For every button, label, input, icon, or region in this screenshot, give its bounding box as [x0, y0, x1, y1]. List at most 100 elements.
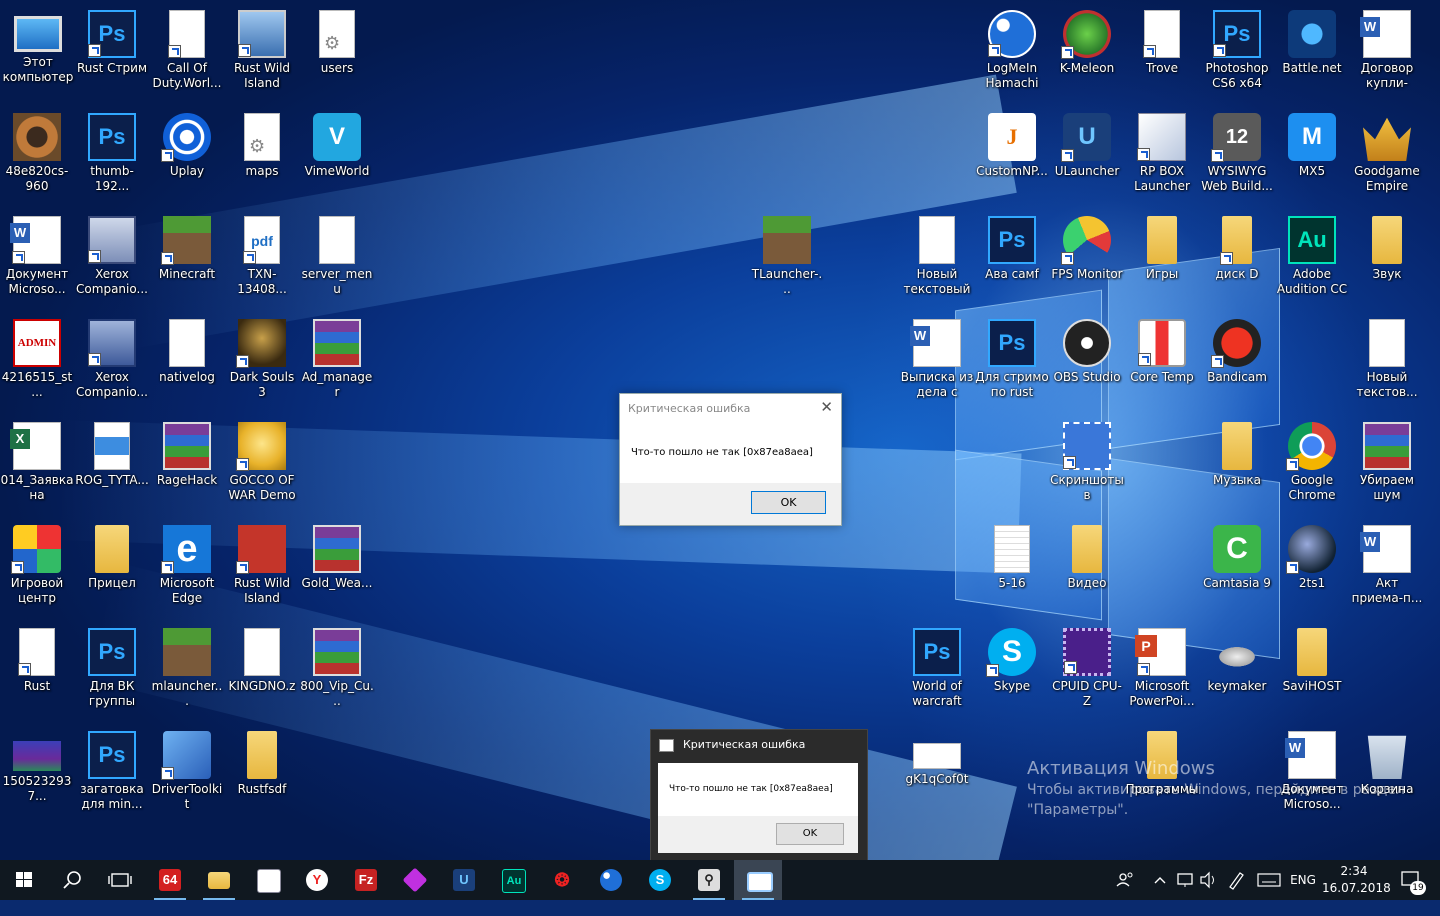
desktop-icon-nativelog[interactable]: nativelog	[149, 313, 225, 415]
desktop-icon-akt[interactable]: Акт приема-п...	[1349, 519, 1425, 621]
show-hidden-icons[interactable]	[1150, 860, 1170, 900]
desktop-icon-dark-souls[interactable]: Dark Souls 3	[224, 313, 300, 415]
desktop-icon-pricel[interactable]: Прицел	[74, 519, 150, 621]
touch-keyboard-button[interactable]	[1254, 860, 1284, 900]
desktop-icon-rust[interactable]: Rust	[0, 622, 75, 724]
taskbar-diamond-app[interactable]	[391, 860, 439, 900]
clock[interactable]: 2:34 16.07.2018	[1322, 860, 1391, 900]
taskbar-yandex[interactable]: Y	[293, 860, 341, 900]
desktop-icon-gocco[interactable]: GOCCO OF WAR Demo	[224, 416, 300, 518]
desktop-icon-minecraft[interactable]: Minecraft	[149, 210, 225, 312]
desktop[interactable]: Этот компьютер 48e820cs-960 Документ Mic…	[0, 0, 1440, 860]
desktop-icon-gold-wea[interactable]: Gold_Wea...	[299, 519, 375, 621]
desktop-icon-uplay[interactable]: Uplay	[149, 107, 225, 209]
desktop-icon-call-of-duty[interactable]: Call Of Duty.Worl...	[149, 4, 225, 106]
desktop-icon-goodgame[interactable]: Goodgame Empire	[1349, 107, 1425, 209]
desktop-icon-new-txt-2[interactable]: Новый текстов...	[1349, 313, 1425, 415]
people-button[interactable]	[1112, 860, 1138, 900]
desktop-icon-dlya-strima[interactable]: Ps Для стримо по rust	[974, 313, 1050, 415]
taskbar-error-window[interactable]	[734, 860, 782, 900]
desktop-icon-2ts1[interactable]: 2ts1	[1274, 519, 1350, 621]
desktop-icon-word-doc[interactable]: Документ Microso...	[0, 210, 75, 312]
volume-button[interactable]	[1198, 860, 1220, 900]
desktop-icon-music[interactable]: Музыка	[1199, 416, 1275, 518]
desktop-icon-rust-wild[interactable]: Rust Wild Island	[224, 519, 300, 621]
desktop-icon-powerpoint[interactable]: P Microsoft PowerPoi...	[1124, 622, 1200, 724]
desktop-icon-txn-pdf[interactable]: pdf TXN-13408...	[224, 210, 300, 312]
desktop-icon-dogovor[interactable]: Договор купли-про...	[1349, 4, 1425, 106]
start-button[interactable]	[0, 860, 48, 900]
desktop-icon-disk-d[interactable]: диск D	[1199, 210, 1275, 312]
desktop-icon-vk-group[interactable]: Ps Для ВК группы	[74, 622, 150, 724]
taskbar-hamachi[interactable]	[587, 860, 635, 900]
taskbar-gamecenter[interactable]: ❂	[538, 860, 586, 900]
desktop-icon-rog[interactable]: ROG_TYTA...	[74, 416, 150, 518]
desktop-icon-skype[interactable]: S Skype	[974, 622, 1050, 724]
desktop-icon-800-vip[interactable]: 800_Vip_Cu...	[299, 622, 375, 724]
desktop-icon-rustfsdf[interactable]: Rustfsdf	[224, 725, 300, 827]
desktop-icon-ava[interactable]: Ps Ава самf	[974, 210, 1050, 312]
desktop-icon-mlauncher[interactable]: mlauncher...	[149, 622, 225, 724]
desktop-icon-rpbox[interactable]: RP BOX Launcher	[1124, 107, 1200, 209]
taskbar-skype[interactable]: S	[636, 860, 684, 900]
desktop-icon-this-pc[interactable]: Этот компьютер	[0, 4, 76, 106]
desktop-icon-game-center[interactable]: Игровой центр	[0, 519, 75, 621]
desktop-icon-mx5[interactable]: M MX5	[1274, 107, 1350, 209]
desktop-icon-admin-image[interactable]: ADMIN 4216515_st...	[0, 313, 75, 415]
network-button[interactable]	[1174, 860, 1196, 900]
desktop-icon-zvuk[interactable]: Звук	[1349, 210, 1425, 312]
desktop-icon-games-folder[interactable]: Игры	[1124, 210, 1200, 312]
desktop-icon-kmeleon[interactable]: K-Meleon	[1049, 4, 1125, 106]
pen-workspace-button[interactable]	[1224, 860, 1248, 900]
desktop-icon-cpuid[interactable]: CPUID CPU-Z	[1049, 622, 1125, 724]
desktop-icon-maps[interactable]: ⚙ maps	[224, 107, 300, 209]
task-view-button[interactable]	[96, 860, 144, 900]
desktop-icon-wow[interactable]: Ps World of warcraft	[899, 622, 975, 724]
desktop-icon-vimeworld[interactable]: V VimeWorld	[299, 107, 375, 209]
desktop-icon-rust-stream[interactable]: Ps Rust Стрим	[74, 4, 150, 106]
desktop-icon-gk1q[interactable]: gK1qCof0t	[899, 725, 975, 827]
desktop-icon-chrome[interactable]: Google Chrome	[1274, 416, 1350, 518]
desktop-icon-obs[interactable]: OBS Studio	[1049, 313, 1125, 415]
desktop-icon-server-menu[interactable]: server_menu	[299, 210, 375, 312]
desktop-icon-ragehack[interactable]: RageHack	[149, 416, 225, 518]
language-indicator[interactable]: ENG	[1288, 860, 1318, 900]
desktop-icon-xerox-1[interactable]: Xerox Companio...	[74, 210, 150, 312]
desktop-icon-camtasia[interactable]: C Camtasia 9	[1199, 519, 1275, 621]
desktop-icon-screenshots[interactable]: Скриншоты в Яндекс.Д...	[1049, 416, 1125, 518]
desktop-icon-core-temp[interactable]: Core Temp	[1124, 313, 1200, 415]
desktop-icon-audition[interactable]: Au Adobe Audition CC	[1274, 210, 1350, 312]
desktop-icon-fps-monitor[interactable]: FPS Monitor	[1049, 210, 1125, 312]
taskbar-ulauncher[interactable]: U	[440, 860, 488, 900]
desktop-icon-bandicam[interactable]: Bandicam	[1199, 313, 1275, 415]
desktop-icon-image[interactable]: 48e820cs-960	[0, 107, 75, 209]
ok-button[interactable]: OK	[751, 491, 826, 514]
desktop-icon-wysiwyg[interactable]: 12 WYSIWYG Web Build...	[1199, 107, 1275, 209]
desktop-icon-zagotovka[interactable]: Ps загатовка для min...	[74, 725, 150, 827]
desktop-icon-xerox-2[interactable]: Xerox Companio...	[74, 313, 150, 415]
desktop-icon-battlenet[interactable]: Battle.net	[1274, 4, 1350, 106]
action-center-button[interactable]: 19	[1394, 860, 1428, 900]
desktop-icon-savihost[interactable]: SaviHOST	[1274, 622, 1350, 724]
desktop-icon-rust-wild-setup[interactable]: Rust Wild Island Setup	[224, 4, 300, 106]
desktop-icon-video[interactable]: Видео	[1049, 519, 1125, 621]
ok-button[interactable]: OK	[776, 823, 844, 845]
close-icon[interactable]: ✕	[820, 398, 833, 416]
desktop-icon-kingdno[interactable]: KINGDNO.z	[224, 622, 300, 724]
desktop-icon-noise[interactable]: Убираем шум	[1349, 416, 1425, 518]
taskbar-aida64[interactable]: 64	[146, 860, 194, 900]
desktop-icon-ulauncher[interactable]: U ULauncher	[1049, 107, 1125, 209]
taskbar-explorer[interactable]	[195, 860, 243, 900]
desktop-icon-thumb[interactable]: Ps thumb-192...	[74, 107, 150, 209]
desktop-icon-5-16[interactable]: 5-16	[974, 519, 1050, 621]
desktop-icon-vypiska[interactable]: Выписка из дела с про...	[899, 313, 975, 415]
desktop-icon-ad-manager[interactable]: Ad_manager	[299, 313, 375, 415]
desktop-icon-customnp[interactable]: J CustomNP...	[974, 107, 1050, 209]
desktop-icon-drivertoolkit[interactable]: DriverToolkit	[149, 725, 225, 827]
desktop-icon-image-1505[interactable]: 1505232937...	[0, 725, 75, 827]
desktop-icon-users[interactable]: ⚙ users	[299, 4, 375, 106]
desktop-icon-keymaker[interactable]: keymaker	[1199, 622, 1275, 724]
taskbar-steam-game[interactable]: ⚲	[685, 860, 733, 900]
taskbar-rpbox[interactable]	[244, 860, 292, 900]
desktop-icon-photoshop[interactable]: Ps Photoshop CS6 x64	[1199, 4, 1275, 106]
